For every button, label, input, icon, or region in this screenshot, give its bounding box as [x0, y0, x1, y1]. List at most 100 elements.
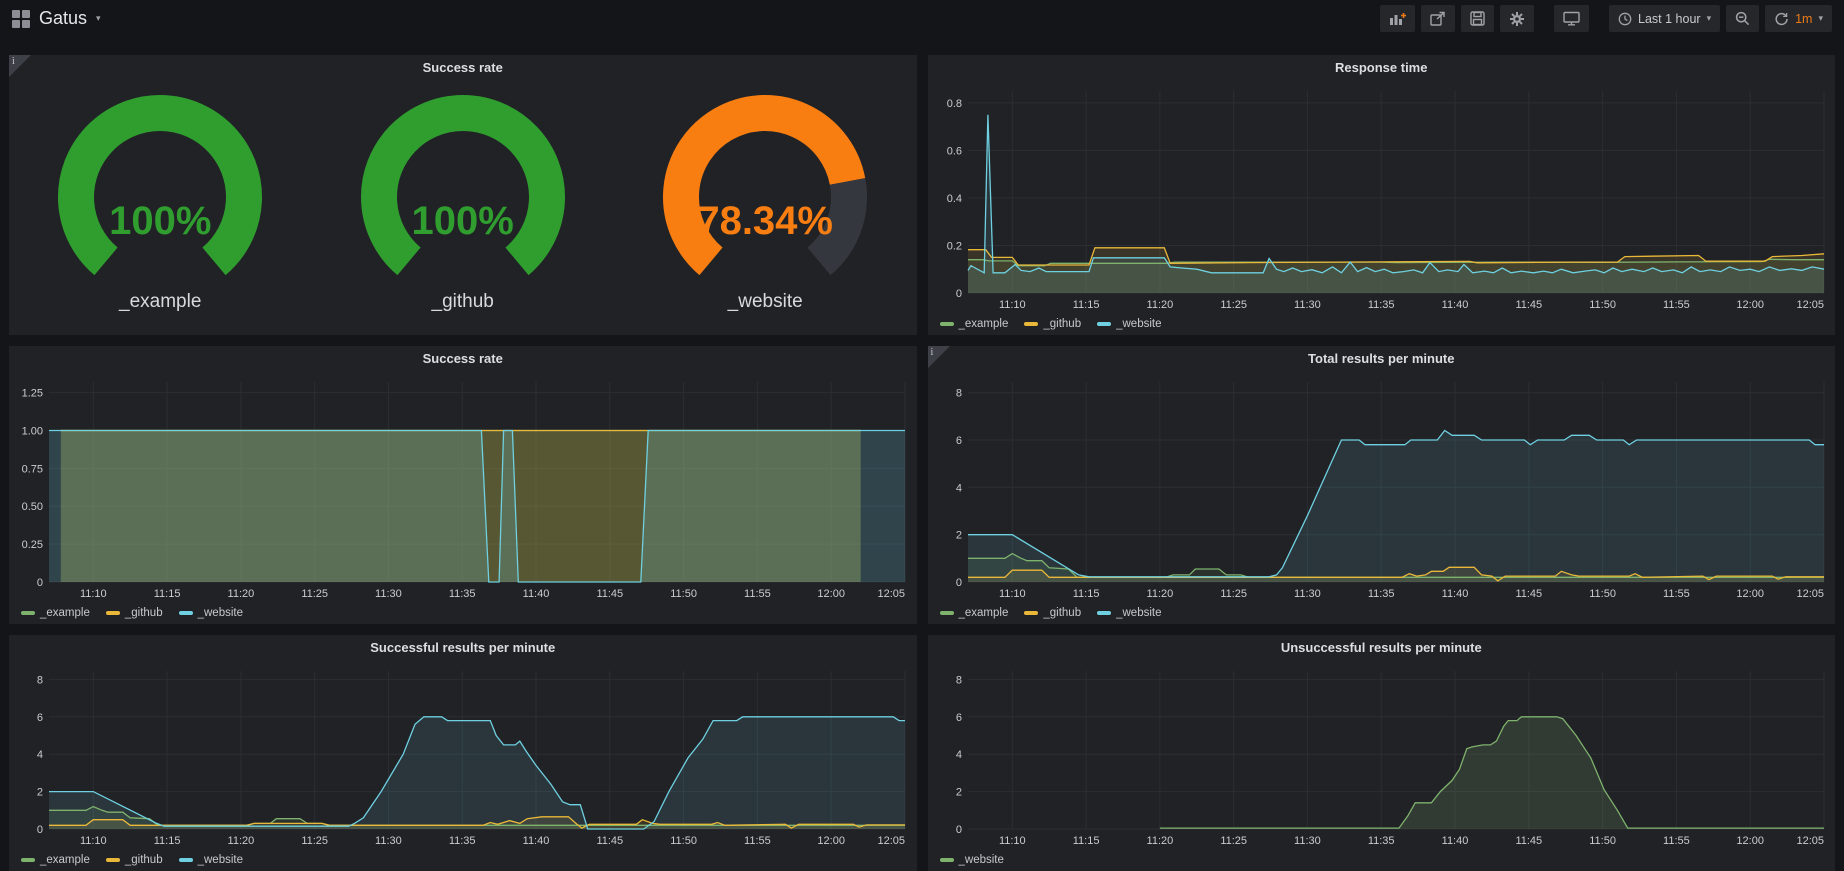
panel-title[interactable]: Success rate: [9, 55, 917, 81]
save-icon: [1470, 11, 1485, 26]
legend-item-_website[interactable]: _website: [1097, 318, 1161, 330]
info-icon: i: [12, 56, 15, 67]
chart-plot[interactable]: 00.250.500.751.001.2511:1011:1511:2011:2…: [9, 372, 917, 602]
refresh-button[interactable]: 1m ▾: [1765, 5, 1832, 32]
panel-title[interactable]: Unsuccessful results per minute: [928, 635, 1836, 661]
chart-plot[interactable]: 0246811:1011:1511:2011:2511:3011:3511:40…: [9, 661, 917, 849]
svg-text:11:10: 11:10: [998, 299, 1025, 311]
gauge-arc-container: [614, 91, 916, 289]
info-icon: i: [931, 347, 934, 358]
chart-svg: 0246811:1011:1511:2011:2511:3011:3511:40…: [9, 661, 917, 849]
legend-label: _github: [125, 607, 163, 619]
legend-item-_website[interactable]: _website: [179, 607, 243, 619]
svg-text:12:05: 12:05: [877, 835, 905, 847]
svg-text:11:20: 11:20: [228, 588, 255, 600]
legend-item-_example[interactable]: _example: [21, 854, 90, 866]
add-panel-button[interactable]: [1380, 5, 1415, 32]
dashboard-caret-icon: ▾: [96, 14, 101, 23]
svg-text:0.50: 0.50: [22, 501, 43, 513]
svg-text:12:00: 12:00: [817, 835, 845, 847]
svg-text:1.00: 1.00: [22, 426, 43, 438]
dashboard-title[interactable]: Gatus: [39, 8, 87, 29]
apps-grid-icon[interactable]: [12, 10, 30, 28]
chart-svg: 0246811:1011:1511:2011:2511:3011:3511:40…: [928, 661, 1836, 849]
legend-marker: [1097, 611, 1111, 615]
add-panel-icon: [1389, 12, 1406, 26]
svg-text:11:10: 11:10: [998, 588, 1025, 600]
svg-text:11:55: 11:55: [744, 588, 771, 600]
svg-text:0: 0: [955, 824, 961, 836]
legend-item-_website[interactable]: _website: [179, 854, 243, 866]
gauge-github: 100% _github: [311, 91, 613, 335]
svg-text:1.25: 1.25: [22, 388, 43, 400]
legend-label: _github: [125, 854, 163, 866]
panel-title[interactable]: Successful results per minute: [9, 635, 917, 661]
svg-text:0.4: 0.4: [946, 193, 961, 205]
svg-text:0.75: 0.75: [22, 463, 43, 475]
svg-text:6: 6: [955, 435, 961, 447]
svg-text:11:25: 11:25: [301, 588, 328, 600]
panel-title[interactable]: Success rate: [9, 346, 917, 372]
dashboard-title-group[interactable]: Gatus ▾: [12, 8, 101, 29]
legend-item-_example[interactable]: _example: [21, 607, 90, 619]
svg-text:11:50: 11:50: [670, 588, 697, 600]
svg-text:4: 4: [955, 482, 961, 494]
svg-text:11:20: 11:20: [1146, 299, 1173, 311]
time-range-picker[interactable]: Last 1 hour ▾: [1609, 5, 1720, 32]
svg-text:11:35: 11:35: [449, 588, 476, 600]
chart-svg: 00.20.40.60.811:1011:1511:2011:2511:3011…: [928, 81, 1836, 313]
svg-text:12:05: 12:05: [1796, 835, 1824, 847]
svg-text:8: 8: [955, 388, 961, 400]
panel-info-corner[interactable]: i: [928, 346, 950, 368]
svg-text:0: 0: [37, 824, 43, 836]
svg-text:6: 6: [37, 712, 43, 724]
panel-info-corner[interactable]: i: [9, 55, 31, 77]
legend-marker: [179, 858, 193, 862]
svg-text:4: 4: [37, 749, 43, 761]
refresh-interval-label: 1m: [1795, 12, 1812, 26]
legend-label: _github: [1043, 607, 1081, 619]
svg-text:11:50: 11:50: [1589, 588, 1616, 600]
save-button[interactable]: [1461, 5, 1494, 32]
panel-title[interactable]: Total results per minute: [928, 346, 1836, 372]
legend-marker: [940, 611, 954, 615]
legend-item-_github[interactable]: _github: [106, 607, 163, 619]
svg-text:11:45: 11:45: [1515, 835, 1542, 847]
share-button[interactable]: [1421, 5, 1455, 32]
gauge-arc-svg: [312, 91, 614, 289]
legend-item-_example[interactable]: _example: [940, 607, 1009, 619]
gauge-value: 100%: [9, 199, 311, 244]
legend-label: _website: [959, 854, 1004, 866]
legend-item-_github[interactable]: _github: [106, 854, 163, 866]
svg-text:2: 2: [955, 530, 961, 542]
cycle-view-button[interactable]: [1554, 5, 1589, 32]
legend-item-_example[interactable]: _example: [940, 318, 1009, 330]
panel-title[interactable]: Response time: [928, 55, 1836, 81]
chart-legend: _website: [928, 849, 1836, 871]
chart-plot[interactable]: 0246811:1011:1511:2011:2511:3011:3511:40…: [928, 372, 1836, 602]
legend-item-_website[interactable]: _website: [1097, 607, 1161, 619]
legend-item-_website[interactable]: _website: [940, 854, 1004, 866]
svg-text:11:50: 11:50: [1589, 835, 1616, 847]
refresh-caret-icon: ▾: [1818, 14, 1823, 23]
legend-item-_github[interactable]: _github: [1024, 607, 1081, 619]
legend-marker: [940, 858, 954, 862]
zoom-out-button[interactable]: [1726, 5, 1759, 32]
panel-response-time: Response time 00.20.40.60.811:1011:1511:…: [928, 55, 1836, 335]
refresh-icon: [1774, 12, 1789, 26]
svg-text:11:40: 11:40: [1441, 835, 1468, 847]
svg-text:11:30: 11:30: [375, 588, 402, 600]
chart-plot[interactable]: 0246811:1011:1511:2011:2511:3011:3511:40…: [928, 661, 1836, 849]
svg-text:12:05: 12:05: [1796, 588, 1824, 600]
chart-legend: _example _github _website: [928, 602, 1836, 624]
gauge-website: 78.34% _website: [614, 91, 916, 335]
svg-text:11:55: 11:55: [744, 835, 771, 847]
svg-text:8: 8: [37, 674, 43, 686]
svg-text:11:45: 11:45: [1515, 588, 1542, 600]
settings-button[interactable]: [1500, 5, 1534, 32]
legend-item-_github[interactable]: _github: [1024, 318, 1081, 330]
legend-marker: [106, 611, 120, 615]
chart-plot[interactable]: 00.20.40.60.811:1011:1511:2011:2511:3011…: [928, 81, 1836, 313]
time-range-caret-icon: ▾: [1707, 14, 1712, 23]
svg-text:11:35: 11:35: [449, 835, 476, 847]
